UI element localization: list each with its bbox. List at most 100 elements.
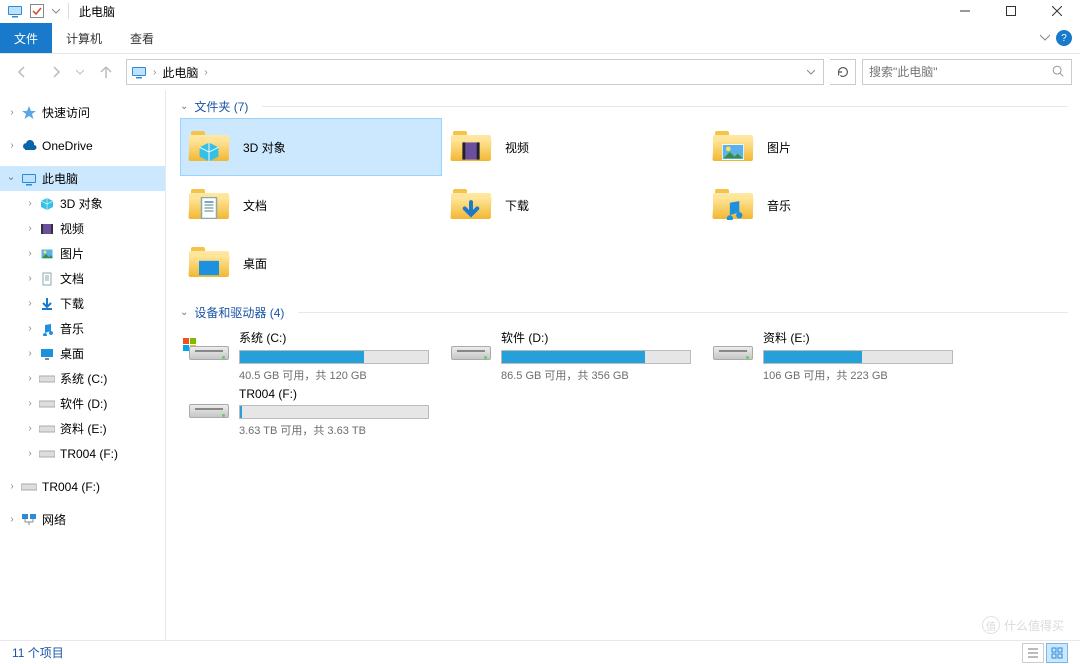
sidebar-item-downloads[interactable]: ›下载 (0, 291, 165, 316)
drive-name: TR004 (F:) (239, 387, 429, 401)
group-divider (298, 312, 1068, 313)
cube-icon (38, 195, 56, 213)
drives-grid: 系统 (C:) 40.5 GB 可用，共 120 GB 软件 (D:)86.5 GB… (166, 324, 1080, 448)
nav-history-dropdown-icon[interactable] (76, 65, 86, 79)
sidebar-label: TR004 (F:) (42, 480, 100, 494)
ribbon-tab-file[interactable]: 文件 (0, 23, 52, 53)
sidebar-item-tr004-external[interactable]: › TR004 (F:) (0, 474, 165, 499)
download-icon (38, 295, 56, 313)
caret-right-icon[interactable]: › (22, 448, 38, 459)
caret-down-icon[interactable]: ⌄ (180, 307, 188, 318)
address-dropdown-icon[interactable] (801, 65, 821, 79)
search-icon[interactable] (1051, 64, 1065, 81)
caret-right-icon[interactable]: › (22, 298, 38, 309)
drive-capacity-bar (501, 350, 691, 364)
titlebar: 此电脑 (0, 0, 1080, 23)
drive-tile[interactable]: TR004 (F:) 3.63 TB 可用，共 3.63 TB (180, 382, 442, 440)
ribbon-tab-view[interactable]: 查看 (116, 23, 168, 53)
caret-right-icon[interactable]: › (22, 273, 38, 284)
sidebar-item-this-pc[interactable]: › 此电脑 (0, 166, 165, 191)
sidebar-item-onedrive[interactable]: › OneDrive (0, 133, 165, 158)
drive-tile[interactable]: 资料 (E:)106 GB 可用，共 223 GB (704, 324, 966, 382)
drive-name: 系统 (C:) (239, 329, 429, 346)
drive-capacity-bar (763, 350, 953, 364)
caret-right-icon[interactable]: › (22, 223, 38, 234)
drive-capacity-text: 40.5 GB 可用，共 120 GB (239, 367, 429, 383)
address-separator-icon[interactable]: › (149, 67, 160, 78)
caret-right-icon[interactable]: › (22, 398, 38, 409)
sidebar-item-music[interactable]: ›音乐 (0, 316, 165, 341)
sidebar-label: TR004 (F:) (60, 447, 118, 461)
folder-tile-pictures[interactable]: 图片 (704, 118, 966, 176)
group-header-folders[interactable]: ⌄ 文件夹 (7) (166, 94, 1080, 118)
folder-tile-videos[interactable]: 视频 (442, 118, 704, 176)
sidebar-item-documents[interactable]: ›文档 (0, 266, 165, 291)
sidebar-item-videos[interactable]: ›视频 (0, 216, 165, 241)
folder-tile-music[interactable]: 音乐 (704, 176, 966, 234)
sidebar-item-drive-e[interactable]: ›资料 (E:) (0, 416, 165, 441)
ribbon-expand-caret-icon[interactable] (1040, 31, 1050, 45)
sidebar-item-drive-c[interactable]: ›系统 (C:) (0, 366, 165, 391)
document-icon (38, 270, 56, 288)
caret-right-icon[interactable]: › (22, 323, 38, 334)
refresh-button[interactable] (830, 59, 856, 85)
caret-down-icon[interactable]: ⌄ (180, 101, 188, 112)
drive-tile[interactable]: 软件 (D:)86.5 GB 可用，共 356 GB (442, 324, 704, 382)
sidebar-item-drive-d[interactable]: ›软件 (D:) (0, 391, 165, 416)
help-icon[interactable]: ? (1056, 30, 1072, 46)
caret-down-icon[interactable]: › (6, 171, 17, 187)
address-separator-icon[interactable]: › (200, 67, 211, 78)
address-segment[interactable]: 此电脑 (160, 64, 200, 81)
drive-icon (20, 478, 38, 496)
caret-right-icon[interactable]: › (22, 198, 38, 209)
drive-capacity-text: 3.63 TB 可用，共 3.63 TB (239, 422, 429, 438)
drive-tile[interactable]: 系统 (C:) 40.5 GB 可用，共 120 GB (180, 324, 442, 382)
nav-back-button[interactable] (8, 58, 36, 86)
sidebar-item-pictures[interactable]: ›图片 (0, 241, 165, 266)
folder-name: 下载 (505, 197, 529, 214)
folder-tile-desktop[interactable]: 桌面 (180, 234, 442, 292)
network-icon (20, 511, 38, 529)
group-header-drives[interactable]: ⌄ 设备和驱动器 (4) (166, 300, 1080, 324)
qat-checkbox-icon[interactable] (28, 2, 46, 20)
caret-right-icon[interactable]: › (4, 514, 20, 525)
close-button[interactable] (1034, 0, 1080, 23)
search-box[interactable] (862, 59, 1072, 85)
main-content: ⌄ 文件夹 (7) 3D 对象 视频 (166, 90, 1080, 640)
ribbon: 文件 计算机 查看 ? (0, 23, 1080, 54)
search-input[interactable] (869, 65, 1051, 79)
minimize-button[interactable] (942, 0, 988, 23)
view-tiles-button[interactable] (1046, 643, 1068, 663)
folder-tile-downloads[interactable]: 下载 (442, 176, 704, 234)
caret-right-icon[interactable]: › (22, 248, 38, 259)
quick-access-toolbar (0, 2, 77, 20)
maximize-button[interactable] (988, 0, 1034, 23)
drive-icon (38, 395, 56, 413)
folder-tile-3d[interactable]: 3D 对象 (180, 118, 442, 176)
view-details-button[interactable] (1022, 643, 1044, 663)
sidebar-item-drive-f[interactable]: › TR004 (F:) (0, 441, 165, 466)
desktop-icon (38, 345, 56, 363)
nav-forward-button[interactable] (42, 58, 70, 86)
nav-up-button[interactable] (92, 58, 120, 86)
caret-right-icon[interactable]: › (22, 423, 38, 434)
folders-grid: 3D 对象 视频 图片 (166, 118, 1080, 300)
sidebar-item-3d[interactable]: ›3D 对象 (0, 191, 165, 216)
music-icon (38, 320, 56, 338)
folder-tile-documents[interactable]: 文档 (180, 176, 442, 234)
sidebar-item-desktop[interactable]: ›桌面 (0, 341, 165, 366)
watermark-badge-icon: 值 (982, 616, 1000, 634)
statusbar: 11 个项目 (0, 640, 1080, 664)
caret-right-icon[interactable]: › (22, 348, 38, 359)
caret-right-icon[interactable]: › (22, 373, 38, 384)
ribbon-tab-computer[interactable]: 计算机 (52, 23, 116, 53)
caret-right-icon[interactable]: › (4, 140, 20, 151)
caret-right-icon[interactable]: › (4, 107, 20, 118)
caret-right-icon[interactable]: › (4, 481, 20, 492)
sidebar-item-network[interactable]: ›网络 (0, 507, 165, 532)
sidebar-item-quick-access[interactable]: › 快速访问 (0, 100, 165, 125)
drive-capacity-text: 86.5 GB 可用，共 356 GB (501, 367, 691, 383)
qat-dropdown-icon[interactable] (50, 2, 62, 20)
sidebar-label: 快速访问 (42, 104, 90, 121)
address-bar[interactable]: › 此电脑 › (126, 59, 824, 85)
